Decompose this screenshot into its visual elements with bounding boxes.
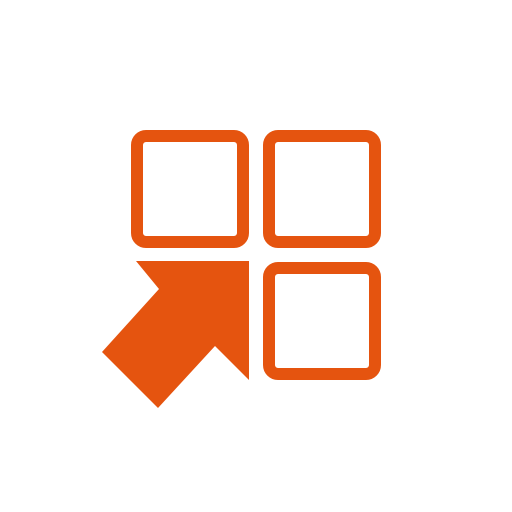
arrow-up-right-icon	[102, 261, 249, 408]
grid-tile-top-left	[131, 130, 249, 248]
grid-tile-top-right	[263, 130, 381, 248]
icon-canvas	[0, 0, 512, 512]
app-grid-add-icon	[102, 130, 381, 408]
grid-tile-bottom-right	[263, 262, 381, 380]
